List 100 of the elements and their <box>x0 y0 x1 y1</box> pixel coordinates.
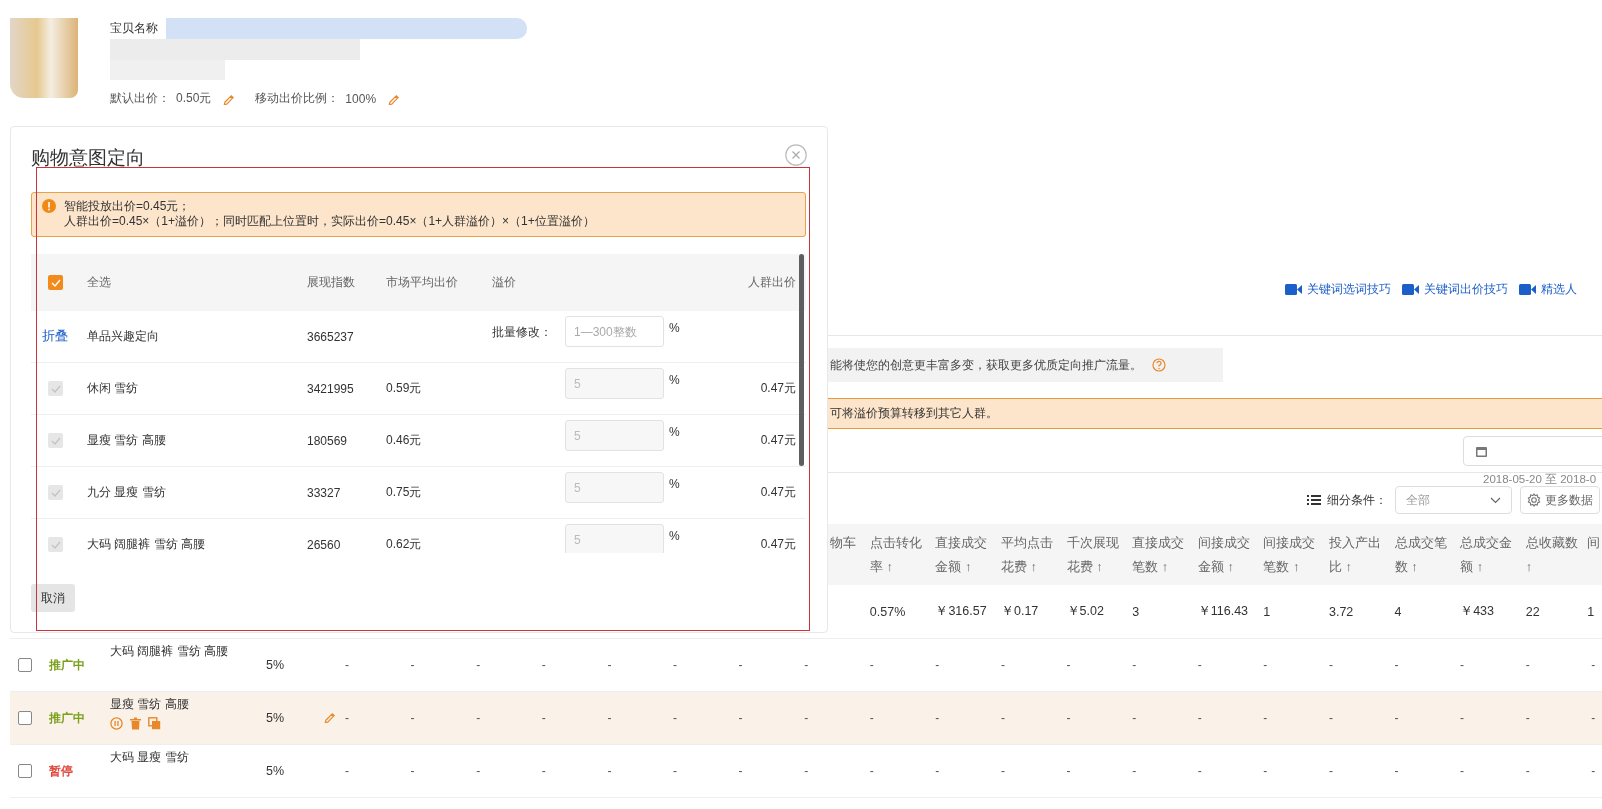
table-cell-text: - <box>803 711 810 725</box>
table-cell-text: - <box>1393 764 1400 778</box>
table-cell-text: - <box>1065 711 1072 725</box>
copy-icon[interactable] <box>148 717 161 730</box>
default-bid-value: 0.50元 <box>176 90 212 107</box>
dialog-title: 购物意图定向 <box>31 148 145 168</box>
table-cell-text: - <box>606 764 613 778</box>
column-header[interactable]: 直接成交金额 ↑ <box>931 524 997 585</box>
column-header[interactable]: 点击转化率 ↑ <box>865 524 932 585</box>
tutorial-link[interactable]: 关键词出价技巧 <box>1402 280 1508 298</box>
table-cell-text: - <box>868 764 875 778</box>
alert-text: 人群出价=0.45×（1+溢价）；同时匹配上位置时，实际出价=0.45×（1+人群溢价）×（1+位置溢价） <box>64 214 595 229</box>
close-icon[interactable] <box>785 144 807 166</box>
table-cell-text: 26560 <box>306 537 342 552</box>
column-header[interactable]: 千次展现花费 ↑ <box>1062 524 1129 585</box>
table-cell-text: - <box>671 658 678 672</box>
check-icon <box>50 488 61 497</box>
table-cell-text: - <box>1327 658 1334 672</box>
filter-label: 细分条件： <box>1327 491 1387 509</box>
table-cell-text: - <box>1262 764 1269 778</box>
column-header[interactable]: 物车 <box>826 524 866 585</box>
table-cell-text: - <box>1262 711 1269 725</box>
table-cell-text: ￥433 <box>1459 603 1495 620</box>
column-header[interactable]: 直接成交笔数 ↑ <box>1128 524 1194 585</box>
delete-icon[interactable] <box>129 717 142 730</box>
batch-premium-input[interactable]: 1—300整数 <box>565 316 664 347</box>
status-label: 推广中 <box>48 656 86 674</box>
tutorial-link[interactable]: 精选人 <box>1519 280 1577 298</box>
table-cell-text: 0.57% <box>868 604 907 619</box>
table-cell-text: - <box>737 658 744 672</box>
table-cell-text: - <box>1459 711 1466 725</box>
status-label: 推广中 <box>48 709 86 727</box>
column-header[interactable]: 总成交金额 ↑ <box>1456 524 1522 585</box>
scrollbar[interactable] <box>799 254 804 466</box>
table-cell-text: - <box>737 711 744 725</box>
edit-icon[interactable] <box>324 710 336 723</box>
segment-dropdown[interactable]: 全部 <box>1395 486 1512 514</box>
table-cell-text: - <box>1065 764 1072 778</box>
warning-text: 可将溢价预算转移到其它人群。 <box>830 405 998 422</box>
column-header[interactable]: 总收藏数 ↑ <box>1521 524 1588 585</box>
column-header[interactable]: 总成交笔数 ↑ <box>1390 524 1457 585</box>
table-cell-text: - <box>1327 764 1334 778</box>
column-header[interactable]: 投入产出比 ↑ <box>1324 524 1391 585</box>
table-cell-text: 180569 <box>306 433 349 448</box>
crowd-name: 九分 显瘦 雪纺 <box>86 484 167 501</box>
pause-icon[interactable] <box>110 717 123 730</box>
unit-label: % <box>669 476 680 493</box>
checkbox[interactable] <box>18 764 32 778</box>
check-icon <box>50 540 61 549</box>
calendar-icon <box>1476 445 1487 457</box>
table-cell-text: 0.47元 <box>759 432 797 449</box>
check-icon <box>50 278 61 287</box>
table-cell-text: 3421995 <box>306 381 355 396</box>
help-icon[interactable] <box>1152 358 1166 372</box>
table-cell-text: - <box>803 764 810 778</box>
cancel-button[interactable]: 取消 <box>31 584 75 612</box>
table-cell-text: - <box>475 711 482 725</box>
group-name: 单品兴趣定向 <box>86 328 160 345</box>
column-header[interactable]: 平均点击花费 ↑ <box>997 524 1063 585</box>
table-cell-text: - <box>868 658 875 672</box>
table-cell-text: 4 <box>1393 604 1403 619</box>
column-header[interactable]: 间接成交金额 ↑ <box>1193 524 1260 585</box>
date-range-field[interactable] <box>1463 436 1602 466</box>
table-cell-text: 5% <box>265 658 286 672</box>
video-camera-icon <box>1519 283 1536 295</box>
table-cell-text: 3 <box>1131 604 1141 619</box>
table-cell-text: - <box>475 764 482 778</box>
collapse-link[interactable]: 折叠 <box>31 328 77 345</box>
table-cell-text: 3.72 <box>1327 604 1355 619</box>
column-header: 溢价 <box>491 274 517 291</box>
table-cell-text: 0.75元 <box>385 484 423 501</box>
more-data-button[interactable]: 更多数据 <box>1520 486 1600 514</box>
crowd-name: 大码 阔腿裤 雪纺 高腰 <box>86 536 206 553</box>
table-cell-text: 0.47元 <box>759 484 797 501</box>
table-cell-text: - <box>1196 658 1203 672</box>
table-cell-text: 0.62元 <box>385 536 423 553</box>
table-cell-text: 5% <box>265 764 286 778</box>
table-cell-text: - <box>1590 764 1597 778</box>
tutorial-link[interactable]: 关键词选词技巧 <box>1285 280 1391 298</box>
column-header[interactable]: 间接成交笔数 ↑ <box>1259 524 1325 585</box>
table-cell-text: - <box>409 658 416 672</box>
table-cell-text: - <box>409 711 416 725</box>
edit-icon[interactable] <box>223 92 236 105</box>
checkbox[interactable] <box>48 275 63 290</box>
table-cell-text: ￥0.17 <box>1000 603 1040 620</box>
checkbox[interactable] <box>18 711 32 725</box>
alert-text: 智能投放出价=0.45元； <box>64 199 192 214</box>
check-icon <box>50 384 61 393</box>
crowd-name: 显瘦 雪纺 高腰 <box>86 432 167 449</box>
table-cell-text: 0.47元 <box>759 536 797 553</box>
table-cell-text: - <box>1131 658 1138 672</box>
table-cell-text: 22 <box>1524 604 1541 619</box>
column-header[interactable]: 间 <box>1587 524 1602 585</box>
table-cell-text: - <box>737 764 744 778</box>
table-cell-text: - <box>409 764 416 778</box>
table-cell-text: ￥116.43 <box>1196 603 1250 620</box>
table-cell-text: 3665237 <box>306 329 355 344</box>
edit-icon[interactable] <box>388 92 401 105</box>
table-cell-text: - <box>1459 764 1466 778</box>
checkbox[interactable] <box>18 658 32 672</box>
